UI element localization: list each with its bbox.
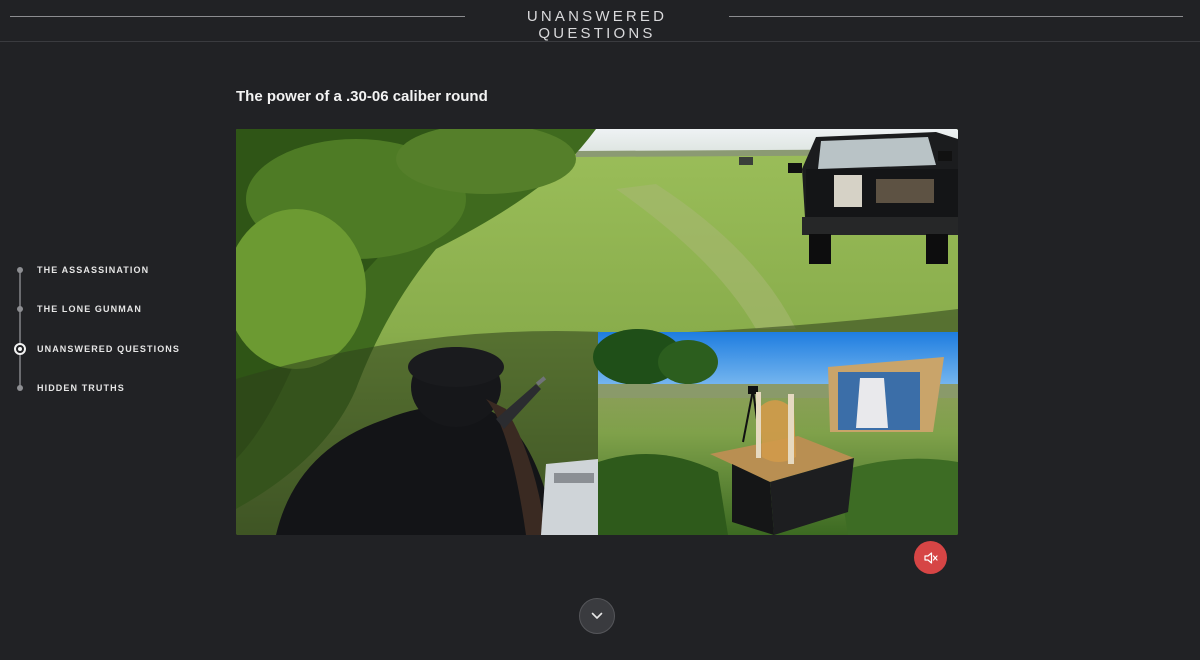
chapter-label: THE ASSASSINATION: [37, 265, 150, 275]
header-divider-left: [10, 16, 465, 17]
chapter-nav: THE ASSASSINATION THE LONE GUNMAN UNANSW…: [14, 258, 214, 408]
video-frame: [236, 129, 958, 535]
chapter-label: THE LONE GUNMAN: [37, 304, 142, 314]
chapter-label: UNANSWERED QUESTIONS: [37, 344, 181, 354]
chapter-dot: [17, 385, 23, 391]
video-heading: The power of a .30-06 caliber round: [236, 88, 488, 105]
chapter-dot: [17, 267, 23, 273]
chevron-down-icon: [591, 612, 603, 619]
mute-button[interactable]: [914, 541, 947, 574]
header-divider-right: [729, 16, 1183, 17]
chapter-dot-active: [14, 343, 26, 355]
scroll-down-button[interactable]: [579, 598, 615, 634]
speaker-muted-icon: [923, 551, 938, 564]
chapter-label: HIDDEN TRUTHS: [37, 383, 125, 393]
section-title: UNANSWERED QUESTIONS: [526, 8, 668, 42]
video-player[interactable]: [236, 129, 958, 535]
section-header: UNANSWERED QUESTIONS: [0, 0, 1200, 42]
chapter-dot: [17, 306, 23, 312]
chapter-nav-track: [19, 270, 21, 388]
